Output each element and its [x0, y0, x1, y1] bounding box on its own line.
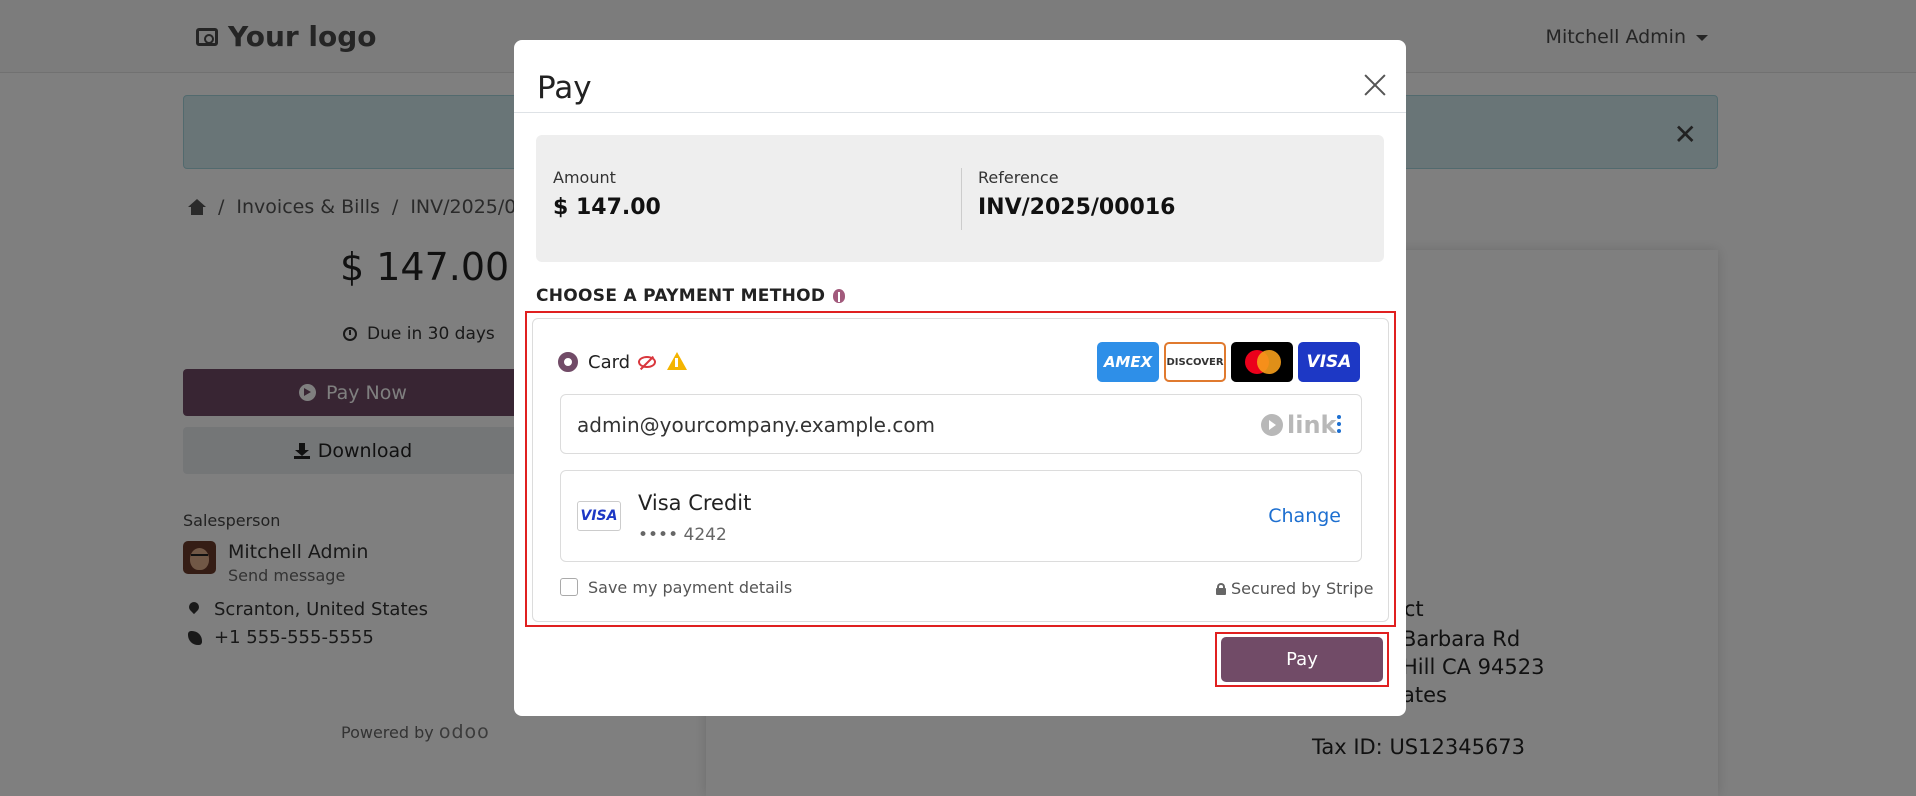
discover-icon: DISCOVER: [1164, 342, 1226, 382]
payment-method-title: CHOOSE A PAYMENT METHOD: [536, 286, 826, 306]
secured-text: Secured by Stripe: [1231, 579, 1374, 598]
pay-dialog: Pay Amount $ 147.00 Reference INV/2025/0…: [514, 40, 1406, 716]
card-radio[interactable]: [558, 352, 578, 372]
visa-icon: VISA: [1298, 342, 1360, 382]
card-number: •••• 4242: [638, 525, 727, 545]
change-card-link[interactable]: Change: [1268, 505, 1341, 527]
reference-label: Reference: [978, 168, 1059, 187]
amount-value: $ 147.00: [553, 195, 661, 220]
save-details-label[interactable]: Save my payment details: [588, 578, 792, 597]
link-arrow-icon: [1261, 414, 1283, 436]
amount-label: Amount: [553, 168, 616, 187]
visa-card-icon: VISA: [577, 501, 621, 531]
payment-summary: Amount $ 147.00 Reference INV/2025/00016: [536, 135, 1384, 262]
secured-by-stripe: Secured by Stripe: [1216, 579, 1373, 598]
dialog-title: Pay: [537, 70, 592, 106]
card-name: Visa Credit: [638, 491, 752, 515]
amount-block: Amount $ 147.00: [553, 168, 661, 220]
link-text: link: [1287, 411, 1337, 439]
email-text: admin@yourcompany.example.com: [577, 413, 936, 437]
reference-block: Reference INV/2025/00016: [978, 168, 1175, 220]
divider: [961, 168, 962, 230]
card-method-label[interactable]: Card: [588, 352, 630, 373]
stripe-link-email[interactable]: admin@yourcompany.example.com link: [560, 394, 1362, 454]
bug-icon: [833, 289, 846, 303]
eye-slash-icon: [638, 356, 656, 368]
pay-button[interactable]: Pay: [1221, 637, 1383, 682]
amex-icon: AMEX: [1097, 342, 1159, 382]
close-icon[interactable]: [1362, 72, 1388, 98]
warning-mark: [675, 358, 678, 367]
payment-method-heading: CHOOSE A PAYMENT METHOD: [536, 286, 846, 306]
stripe-link-badge: link: [1261, 411, 1337, 439]
mastercard-icon: [1231, 342, 1293, 382]
divider: [514, 112, 1406, 113]
lock-icon: [1216, 582, 1226, 595]
reference-value: INV/2025/00016: [978, 195, 1176, 220]
saved-card: VISA Visa Credit •••• 4242 Change: [560, 470, 1362, 562]
more-options-icon[interactable]: [1337, 415, 1341, 435]
save-details-checkbox[interactable]: [560, 578, 578, 596]
